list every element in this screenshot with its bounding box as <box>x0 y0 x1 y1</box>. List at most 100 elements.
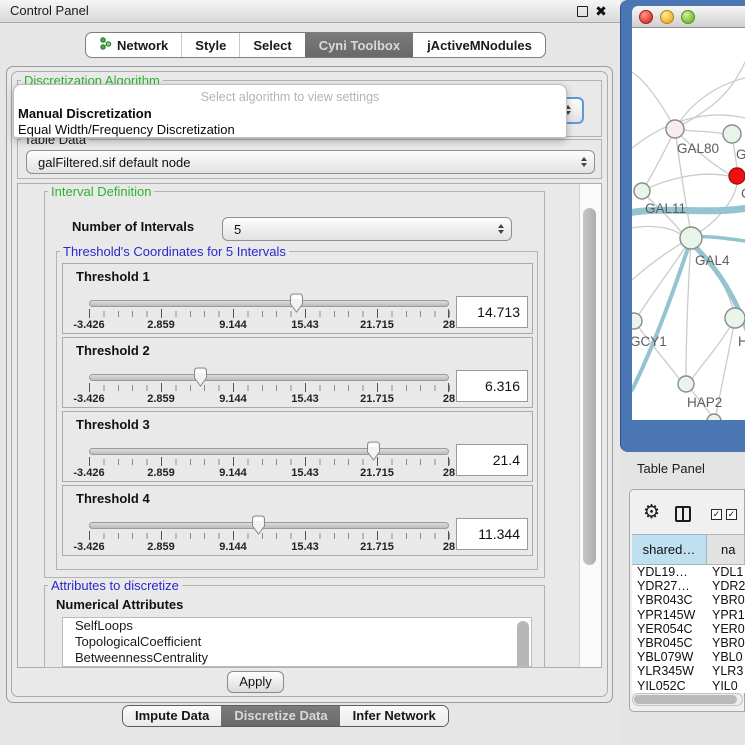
cell-name[interactable]: YLR3 <box>707 664 745 678</box>
network-node-label: GCY1 <box>632 334 667 349</box>
columns-icon[interactable] <box>675 506 691 522</box>
attribute-item-topologicalcoefficient[interactable]: TopologicalCoefficient <box>63 634 531 650</box>
minimize-traffic-light-icon[interactable] <box>660 10 674 24</box>
threshold-value-field[interactable]: 21.4 <box>456 444 528 476</box>
tab-cyni-toolbox[interactable]: Cyni Toolbox <box>305 33 413 57</box>
cell-shared-name[interactable]: YIL052C <box>632 679 707 693</box>
cell-shared-name[interactable]: YDR27… <box>632 579 707 593</box>
threshold-label: Threshold 3 <box>76 417 150 432</box>
horizontal-scrollbar-thumb[interactable] <box>634 695 737 704</box>
vertical-scrollbar-thumb[interactable] <box>583 208 596 565</box>
tab-label: Style <box>195 38 226 53</box>
threshold-slider-thumb[interactable] <box>289 293 304 313</box>
network-node-gal80[interactable] <box>666 120 684 138</box>
table-row[interactable]: YBR045CYBR0 <box>632 636 745 650</box>
threshold-slider-thumb[interactable] <box>251 515 266 535</box>
network-graph: GAL80GACGAL11GAL4GCY1HHAP2 <box>632 28 745 420</box>
threshold-slider-thumb[interactable] <box>366 441 381 461</box>
cell-name[interactable]: YDR2 <box>707 579 745 593</box>
network-node-c[interactable] <box>729 168 745 184</box>
slider-major-tick <box>448 383 449 392</box>
table-panel-title: Table Panel <box>637 461 705 476</box>
top-tab-bar: Network Style SelectCyni ToolboxjActiveMNo… <box>85 32 546 58</box>
cell-shared-name[interactable]: YBL079W <box>632 650 707 664</box>
zoom-traffic-light-icon[interactable] <box>681 10 695 24</box>
column-header-shared-name[interactable]: shared… <box>632 534 707 565</box>
table-data-combobox[interactable]: galFiltered.sif default node <box>26 150 595 174</box>
cell-name[interactable]: YBR0 <box>707 593 745 607</box>
apply-button[interactable]: Apply <box>227 671 284 693</box>
numerical-attributes-list: SelfLoopsTopologicalCoefficientBetweenne… <box>62 617 532 667</box>
threshold-value-field[interactable]: 14.713 <box>456 296 528 328</box>
slider-major-tick <box>448 531 449 540</box>
tab-style[interactable]: Style <box>181 33 239 57</box>
network-node-hap2[interactable] <box>678 376 694 392</box>
threshold-slider-track[interactable] <box>89 300 449 307</box>
table-row[interactable]: YPR145WYPR1 <box>632 608 745 622</box>
table-row[interactable]: YDL19…YDL1 <box>632 565 745 579</box>
table-row[interactable]: YER054CYER0 <box>632 622 745 636</box>
control-panel-titlebar: Control Panel ✖ <box>0 0 620 23</box>
cell-shared-name[interactable]: YPR145W <box>632 608 707 622</box>
cell-shared-name[interactable]: YER054C <box>632 622 707 636</box>
table-row[interactable]: YLR345WYLR3 <box>632 664 745 678</box>
threshold-row-2: Threshold 2-3.4262.8599.14415.4321.71528… <box>62 337 533 408</box>
cell-name[interactable]: YBL0 <box>707 650 745 664</box>
threshold-value-field[interactable]: 11.344 <box>456 518 528 550</box>
slider-major-tick <box>305 309 306 318</box>
cell-shared-name[interactable]: YBR045C <box>632 636 707 650</box>
table-row[interactable]: YBL079WYBL0 <box>632 650 745 664</box>
slider-tick-label: 15.43 <box>291 319 319 331</box>
float-window-icon[interactable] <box>577 6 588 17</box>
network-canvas[interactable]: GAL80GACGAL11GAL4GCY1HHAP2 <box>632 28 745 420</box>
network-window-titlebar[interactable] <box>632 6 745 28</box>
network-node[interactable] <box>707 414 721 420</box>
tab-discretize-data[interactable]: Discretize Data <box>221 706 339 726</box>
algorithm-option-manual-discretization[interactable]: Manual Discretization <box>17 106 563 122</box>
tab-jactivemnodules[interactable]: jActiveMNodules <box>413 33 545 57</box>
threshold-value-field[interactable]: 6.316 <box>456 370 528 402</box>
attribute-item-betweennesscentrality[interactable]: BetweennessCentrality <box>63 650 531 666</box>
algorithm-option-equal-width-frequency-discretization[interactable]: Equal Width/Frequency Discretization <box>17 122 563 138</box>
table-row[interactable]: YIL052CYIL0 <box>632 679 745 693</box>
network-node-gal4[interactable] <box>680 227 702 249</box>
gear-icon[interactable]: ⚙ <box>643 501 660 523</box>
number-of-intervals-combobox[interactable]: 5 <box>222 217 512 241</box>
cell-name[interactable]: YBR0 <box>707 636 745 650</box>
horizontal-scrollbar[interactable] <box>632 693 743 706</box>
column-header-name[interactable]: na <box>707 534 745 565</box>
slider-tick-label: 9.144 <box>219 467 247 479</box>
tab-network[interactable]: Network <box>86 33 181 57</box>
cell-name[interactable]: YIL0 <box>707 679 745 693</box>
network-node-label: C <box>741 186 745 201</box>
threshold-slider-track[interactable] <box>89 448 449 455</box>
cell-name[interactable]: YPR1 <box>707 608 745 622</box>
threshold-slider-thumb[interactable] <box>193 367 208 387</box>
network-node-ga[interactable] <box>723 125 741 143</box>
cell-name[interactable]: YDL1 <box>707 565 745 579</box>
tab-select[interactable]: Select <box>239 33 304 57</box>
threshold-slider-track[interactable] <box>89 522 449 529</box>
cell-name[interactable]: YER0 <box>707 622 745 636</box>
slider-major-tick <box>89 383 90 392</box>
network-node-h[interactable] <box>725 308 745 328</box>
slider-major-tick <box>377 309 378 318</box>
close-icon[interactable]: ✖ <box>593 2 609 20</box>
threshold-slider-track[interactable] <box>89 374 449 381</box>
slider-major-tick <box>305 457 306 466</box>
cell-shared-name[interactable]: YBR043C <box>632 593 707 607</box>
network-node-gcy1[interactable] <box>632 313 642 329</box>
cell-shared-name[interactable]: YDL19… <box>632 565 707 579</box>
attribute-item-selfloops[interactable]: SelfLoops <box>63 618 531 634</box>
tab-impute-data[interactable]: Impute Data <box>123 706 221 726</box>
slider-tick-label: 28 <box>443 319 455 331</box>
network-node-gal11[interactable] <box>634 183 650 199</box>
tab-infer-network[interactable]: Infer Network <box>340 706 448 726</box>
list-scrollbar-thumb[interactable] <box>517 621 529 667</box>
checkbox-icon[interactable]: ✓ <box>711 509 722 520</box>
checkbox-icon[interactable]: ✓ <box>726 509 737 520</box>
cell-shared-name[interactable]: YLR345W <box>632 664 707 678</box>
close-traffic-light-icon[interactable] <box>639 10 653 24</box>
table-row[interactable]: YBR043CYBR0 <box>632 593 745 607</box>
table-row[interactable]: YDR27…YDR2 <box>632 579 745 593</box>
